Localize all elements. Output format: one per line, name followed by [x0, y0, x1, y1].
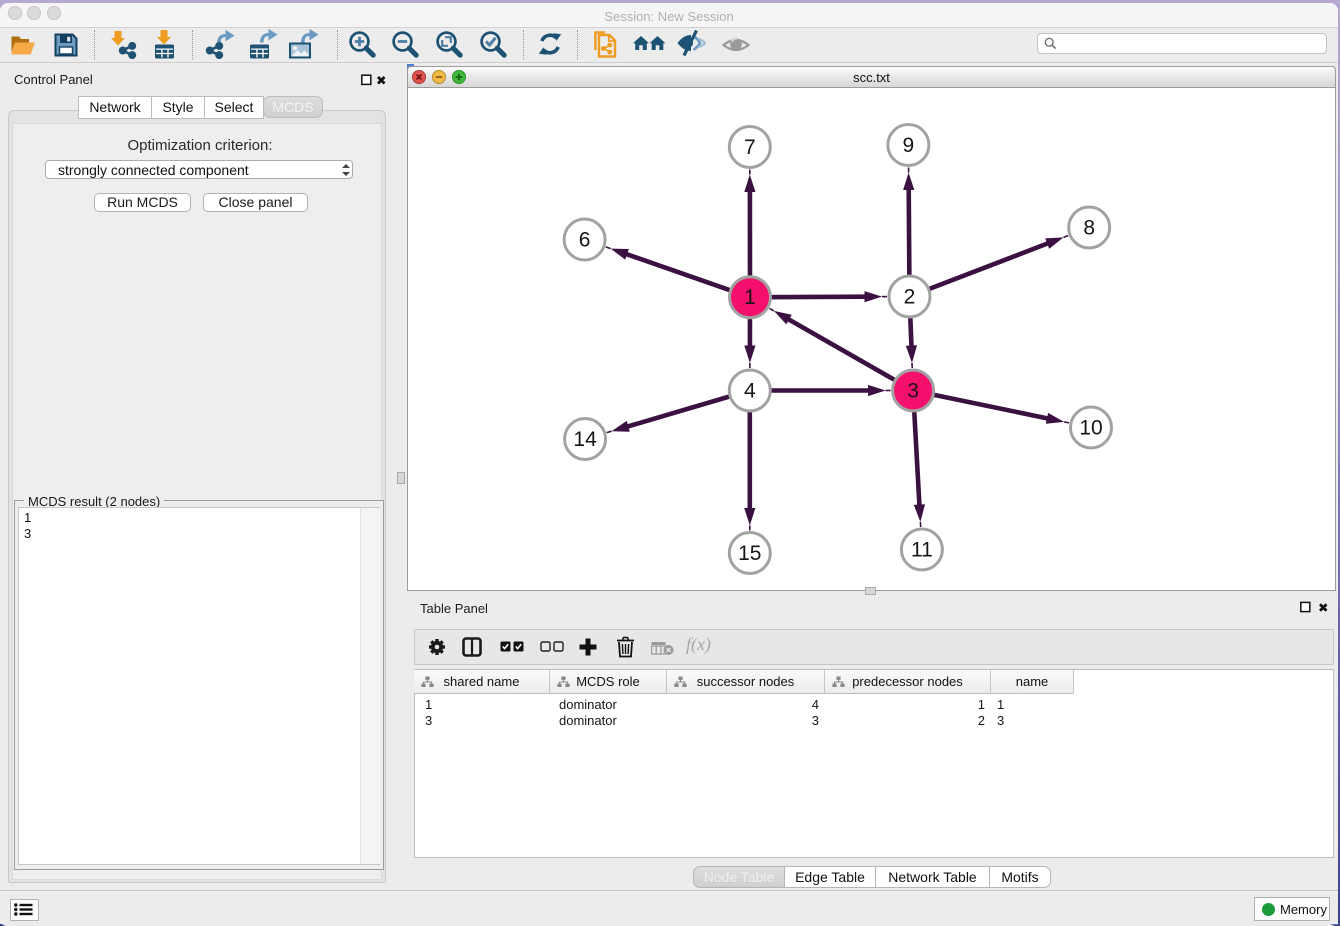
svg-text:1: 1	[744, 286, 756, 309]
svg-text:8: 8	[1083, 217, 1095, 240]
svg-text:15: 15	[738, 542, 761, 565]
svg-text:10: 10	[1079, 417, 1102, 440]
svg-text:14: 14	[573, 428, 597, 451]
svg-text:3: 3	[907, 380, 919, 403]
svg-text:11: 11	[911, 539, 933, 562]
svg-text:4: 4	[744, 380, 756, 403]
svg-text:9: 9	[903, 134, 915, 157]
svg-text:6: 6	[579, 229, 591, 252]
svg-text:7: 7	[744, 136, 756, 159]
svg-text:2: 2	[904, 286, 916, 309]
